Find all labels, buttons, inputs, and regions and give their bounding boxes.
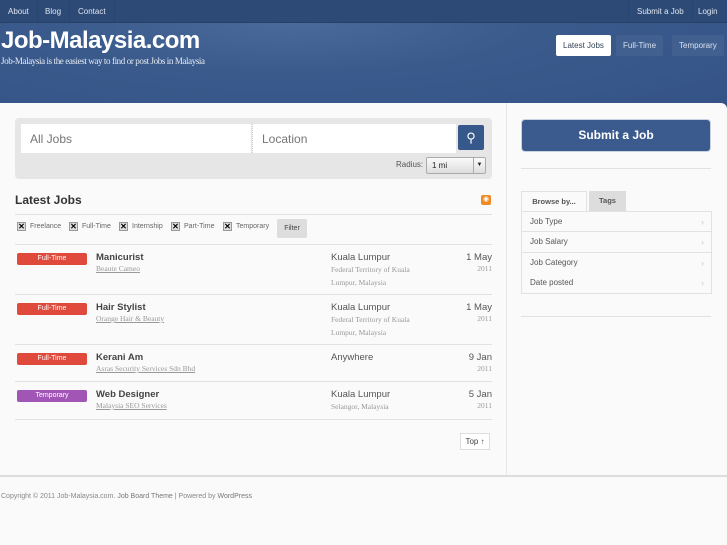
browse-job-type[interactable]: Job Type › [521, 211, 712, 232]
checkbox-checked-icon[interactable]: ✕ [223, 222, 232, 231]
job-year: 2011 [477, 364, 492, 373]
browse-date-posted[interactable]: Date posted › [521, 273, 712, 294]
filter-button[interactable]: Filter [277, 219, 307, 238]
radius-value: 1 mi [432, 161, 448, 170]
job-row[interactable]: Full-Time Hair Stylist Orange Hair & Bea… [15, 295, 492, 345]
filter-label: Part-Time [184, 223, 215, 230]
copyright-text: Copyright © 2011 Job-Malaysia.com. [1, 493, 116, 500]
job-city: Kuala Lumpur [331, 252, 391, 263]
checkbox-checked-icon[interactable]: ✕ [17, 222, 26, 231]
tab-latest-jobs[interactable]: Latest Jobs [556, 35, 611, 56]
keyword-input[interactable] [21, 124, 251, 153]
job-row[interactable]: Full-Time Manicurist Beaute Cameo Kuala … [15, 245, 492, 295]
job-company[interactable]: Asras Security Services Sdn Bhd [96, 364, 195, 373]
browse-job-category[interactable]: Job Category › [521, 253, 712, 274]
job-company[interactable]: Orange Hair & Beauty [96, 314, 164, 323]
search-box: ⚲ Radius: 1 mi ▼ [15, 118, 492, 179]
filter-label: Temporary [236, 223, 270, 230]
top-nav: About Blog Contact Submit a Job Login [0, 0, 727, 23]
divider [521, 168, 711, 169]
divider [521, 316, 711, 317]
radius-label: Radius: [396, 160, 424, 169]
job-title[interactable]: Hair Stylist [96, 302, 146, 313]
chevron-right-icon: › [701, 217, 704, 227]
job-type-badge: Full-Time [17, 353, 87, 365]
job-title[interactable]: Web Designer [96, 389, 159, 400]
footer: Copyright © 2011 Job-Malaysia.com. Job B… [1, 493, 252, 500]
job-year: 2011 [477, 264, 492, 273]
filter-label: Full-Time [82, 223, 111, 230]
rss-icon[interactable]: ◉ [481, 195, 491, 205]
job-region: Selangor, Malaysia [331, 402, 389, 411]
browse-label: Job Category [530, 258, 578, 267]
nav-login[interactable]: Login [690, 0, 726, 23]
job-date: 5 Jan [468, 389, 492, 400]
site-logo[interactable]: Job-Malaysia.com [1, 27, 200, 55]
filter-temporary[interactable]: ✕ Temporary [223, 222, 269, 231]
browse-job-salary[interactable]: Job Salary › [521, 232, 712, 253]
job-year: 2011 [477, 314, 492, 323]
powered-by-text: | Powered by [174, 493, 216, 500]
wordpress-link[interactable]: WordPress [217, 493, 252, 500]
checkbox-checked-icon[interactable]: ✕ [119, 222, 128, 231]
divider [15, 214, 492, 215]
footer-divider [0, 475, 727, 477]
filter-label: Internship [132, 223, 163, 230]
nav-contact[interactable]: Contact [70, 0, 115, 23]
job-year: 2011 [477, 401, 492, 410]
tab-tags[interactable]: Tags [589, 191, 626, 211]
job-date: 1 May [466, 252, 492, 263]
tab-browse-by[interactable]: Browse by... [521, 191, 587, 211]
checkbox-checked-icon[interactable]: ✕ [171, 222, 180, 231]
radius-select[interactable]: 1 mi ▼ [426, 157, 486, 174]
location-input[interactable] [252, 124, 456, 153]
chevron-right-icon: › [701, 258, 704, 268]
job-row[interactable]: Temporary Web Designer Malaysia SEO Serv… [15, 382, 492, 420]
chevron-right-icon: › [701, 278, 704, 288]
filter-full-time[interactable]: ✕ Full-Time [69, 222, 111, 231]
chevron-down-icon: ▼ [473, 158, 485, 173]
latest-jobs-heading: Latest Jobs [15, 193, 82, 207]
filter-internship[interactable]: ✕ Internship [119, 222, 163, 231]
job-title[interactable]: Kerani Am [96, 352, 143, 363]
job-city: Kuala Lumpur [331, 302, 391, 313]
job-row[interactable]: Full-Time Kerani Am Asras Security Servi… [15, 345, 492, 382]
nav-blog[interactable]: Blog [37, 0, 71, 23]
browse-label: Job Type [530, 217, 563, 226]
tab-full-time[interactable]: Full-Time [616, 35, 664, 56]
browse-label: Date posted [530, 278, 574, 287]
job-title[interactable]: Manicurist [96, 252, 144, 263]
search-button[interactable]: ⚲ [458, 125, 484, 150]
theme-link[interactable]: Job Board Theme [117, 493, 173, 500]
job-date: 9 Jan [468, 352, 492, 363]
nav-submit-job[interactable]: Submit a Job [628, 0, 693, 23]
job-type-badge: Temporary [17, 390, 87, 402]
checkbox-checked-icon[interactable]: ✕ [69, 222, 78, 231]
job-city: Kuala Lumpur [331, 389, 391, 400]
filter-part-time[interactable]: ✕ Part-Time [171, 222, 214, 231]
job-type-badge: Full-Time [17, 253, 87, 265]
site-tagline: Job-Malaysia is the easiest way to find … [1, 56, 205, 66]
job-region: Federal Territory of Kuala Lumpur, Malay… [331, 315, 410, 337]
submit-job-button[interactable]: Submit a Job [522, 120, 710, 151]
filter-label: Freelance [30, 223, 62, 230]
back-to-top-button[interactable]: Top ↑ [460, 433, 490, 450]
chevron-right-icon: › [701, 237, 704, 247]
job-date: 1 May [466, 302, 492, 313]
nav-about[interactable]: About [0, 0, 38, 23]
job-region: Federal Territory of Kuala Lumpur, Malay… [331, 265, 410, 287]
job-company[interactable]: Beaute Cameo [96, 264, 140, 273]
job-type-badge: Full-Time [17, 303, 87, 315]
job-city: Anywhere [331, 352, 374, 363]
column-divider [506, 103, 507, 476]
filter-freelance[interactable]: ✕ Freelance [17, 222, 61, 231]
tab-temporary[interactable]: Temporary [672, 35, 724, 56]
search-icon: ⚲ [466, 130, 476, 145]
job-company[interactable]: Malaysia SEO Services [96, 401, 167, 410]
browse-label: Job Salary [530, 237, 568, 246]
